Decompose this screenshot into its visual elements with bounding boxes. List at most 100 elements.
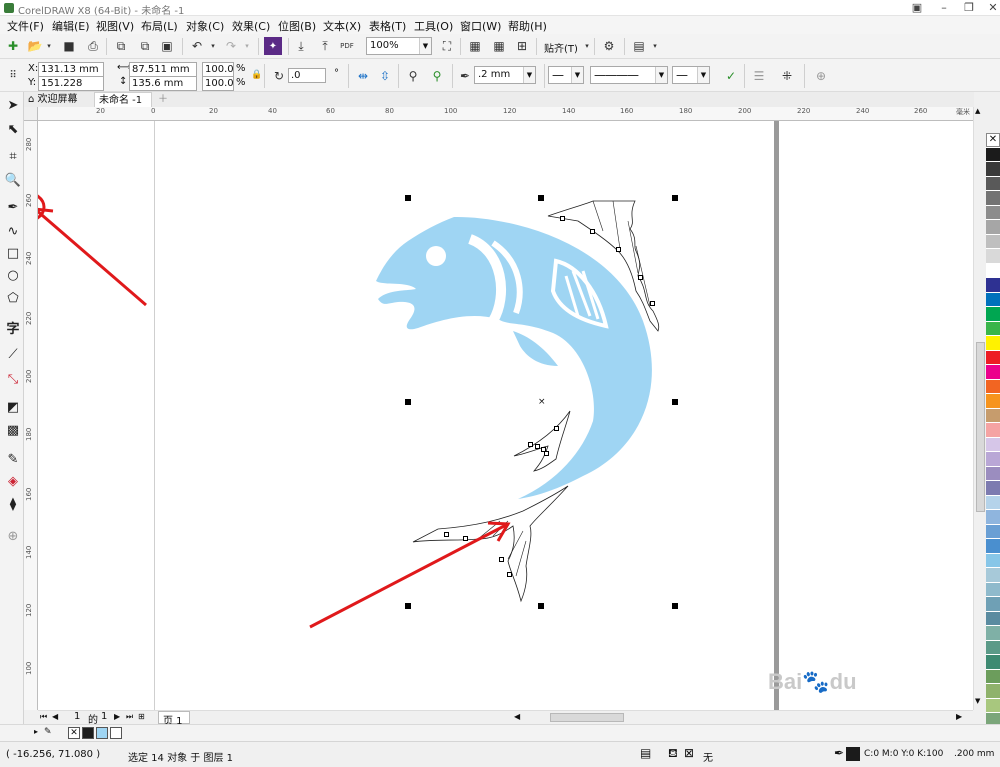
scroll-up-icon[interactable]: ▲: [975, 107, 980, 115]
copy-icon[interactable]: ⧉: [136, 37, 154, 55]
palette-swatch[interactable]: [986, 539, 1000, 554]
palette-swatch[interactable]: [986, 162, 1000, 177]
new-document-icon[interactable]: ✚: [4, 37, 22, 55]
selection-handle[interactable]: [538, 603, 544, 609]
import-icon[interactable]: ⤓: [292, 37, 310, 55]
palette-swatch[interactable]: [986, 292, 1000, 307]
palette-swatch[interactable]: [986, 437, 1000, 452]
palette-swatch[interactable]: [986, 655, 1000, 670]
width-field[interactable]: 87.511 mm: [129, 62, 197, 77]
y-position-field[interactable]: 151.228 mm: [38, 76, 104, 102]
curve-node[interactable]: [544, 451, 549, 456]
export-icon[interactable]: ⤒: [316, 37, 334, 55]
scroll-right-icon[interactable]: ▶: [956, 712, 962, 721]
palette-swatch[interactable]: [986, 669, 1000, 684]
polygon-tool-icon[interactable]: ⬠: [4, 289, 22, 307]
palette-swatch[interactable]: [986, 249, 1000, 264]
palette-swatch[interactable]: [986, 466, 1000, 481]
save-icon[interactable]: ■: [60, 37, 78, 55]
palette-swatch[interactable]: [986, 394, 1000, 409]
wrap-text-icon[interactable]: ☰: [750, 67, 768, 85]
palette-swatch[interactable]: [986, 481, 1000, 496]
palette-swatch[interactable]: [986, 278, 1000, 293]
add-node-icon[interactable]: ⚲: [404, 67, 422, 85]
interactive-fill-icon[interactable]: ◈: [4, 472, 22, 490]
pick-tool-icon[interactable]: ➤: [4, 96, 22, 114]
artistic-media-icon[interactable]: ∿: [4, 222, 22, 240]
curve-node[interactable]: [444, 532, 449, 537]
menu-bitmaps[interactable]: 位图(B): [278, 18, 316, 34]
menu-object[interactable]: 对象(C): [186, 18, 224, 34]
palette-swatch[interactable]: [986, 350, 1000, 365]
drop-shadow-icon[interactable]: ◩: [4, 398, 22, 416]
rotation-angle-field[interactable]: .0: [288, 68, 326, 83]
selection-handle[interactable]: [672, 399, 678, 405]
palette-swatch[interactable]: [986, 524, 1000, 539]
selection-center-marker[interactable]: ×: [538, 397, 546, 407]
palette-swatch[interactable]: [986, 611, 1000, 626]
start-arrowhead-select[interactable]: — ▼: [548, 66, 584, 84]
scale-width-field[interactable]: 100.0: [202, 62, 234, 77]
curve-node[interactable]: [528, 442, 533, 447]
menu-effects[interactable]: 效果(C): [232, 18, 270, 34]
object-origin-icon[interactable]: ⠿: [4, 66, 22, 84]
menu-view[interactable]: 视图(V): [96, 18, 134, 34]
selection-handle[interactable]: [538, 195, 544, 201]
palette-swatch[interactable]: [986, 510, 1000, 525]
new-tab-icon[interactable]: ＋: [154, 92, 168, 107]
add-icon[interactable]: ⊕: [812, 67, 830, 85]
search-content-icon[interactable]: ✦: [264, 37, 282, 55]
menu-edit[interactable]: 编辑(E): [52, 18, 90, 34]
show-guidelines-icon[interactable]: ⊞: [513, 37, 531, 55]
rectangle-tool-icon[interactable]: □: [4, 244, 22, 262]
horizontal-ruler[interactable]: 20 0 20 40 60 80 100 120 140 160 180 200 220 240 260 毫米: [38, 107, 973, 121]
curve-node[interactable]: [463, 536, 468, 541]
close-button[interactable]: ✕: [986, 1, 1000, 14]
snap-to-menu[interactable]: 贴齐(T): [544, 40, 578, 55]
transparency-icon[interactable]: ▩: [4, 421, 22, 439]
vertical-scrollbar[interactable]: ▲ ▼: [973, 107, 986, 710]
selection-handle[interactable]: [405, 399, 411, 405]
curve-node[interactable]: [535, 444, 540, 449]
outline-width-select[interactable]: .2 mm ▼: [474, 66, 536, 84]
palette-swatch[interactable]: [986, 640, 1000, 655]
remove-node-icon[interactable]: ⚲: [428, 67, 446, 85]
auto-close-icon[interactable]: ⁜: [778, 67, 796, 85]
drawing-canvas[interactable]: × Bai🐾du: [38, 121, 973, 710]
height-field[interactable]: 135.6 mm: [129, 76, 197, 91]
add-page-icon[interactable]: ⊞: [138, 712, 145, 721]
palette-swatch[interactable]: [986, 408, 1000, 423]
selection-handle[interactable]: [672, 603, 678, 609]
palette-swatch[interactable]: [986, 336, 1000, 351]
show-rulers-icon[interactable]: ▦: [466, 37, 484, 55]
palette-swatch[interactable]: [986, 423, 1000, 438]
curve-node[interactable]: [616, 247, 621, 252]
curve-node[interactable]: [507, 572, 512, 577]
pen-tool-icon[interactable]: ✒: [4, 198, 22, 216]
palette-swatch[interactable]: [986, 379, 1000, 394]
palette-swatch[interactable]: [986, 495, 1000, 510]
palette-swatch[interactable]: [986, 205, 1000, 220]
scroll-down-icon[interactable]: ▼: [975, 697, 980, 705]
menu-layout[interactable]: 布局(L): [141, 18, 178, 34]
curve-node[interactable]: [499, 557, 504, 562]
redo-dropdown-icon[interactable]: ▾: [238, 37, 256, 55]
vertical-ruler[interactable]: 28026024022020018016014012010080: [24, 121, 38, 733]
palette-swatch[interactable]: [986, 553, 1000, 568]
palette-swatch[interactable]: [986, 684, 1000, 699]
tab-welcome-screen[interactable]: ⌂ 欢迎屏幕: [24, 92, 94, 107]
line-style-select[interactable]: ———— ▼: [590, 66, 668, 84]
curve-node[interactable]: [590, 229, 595, 234]
menu-window[interactable]: 窗口(W): [460, 18, 501, 34]
gear-icon[interactable]: ⚙: [600, 37, 618, 55]
eyedropper-icon[interactable]: ✎: [44, 727, 52, 737]
curve-node[interactable]: [650, 301, 655, 306]
last-page-icon[interactable]: ⏭: [126, 712, 133, 722]
tab-document[interactable]: 未命名 -1: [94, 92, 152, 107]
close-curve-icon[interactable]: ✓: [722, 67, 740, 85]
palette-swatch[interactable]: [986, 626, 1000, 641]
palette-swatch[interactable]: [986, 321, 1000, 336]
palette-swatch[interactable]: [986, 452, 1000, 467]
palette-swatch[interactable]: [986, 234, 1000, 249]
curve-node[interactable]: [638, 275, 643, 280]
